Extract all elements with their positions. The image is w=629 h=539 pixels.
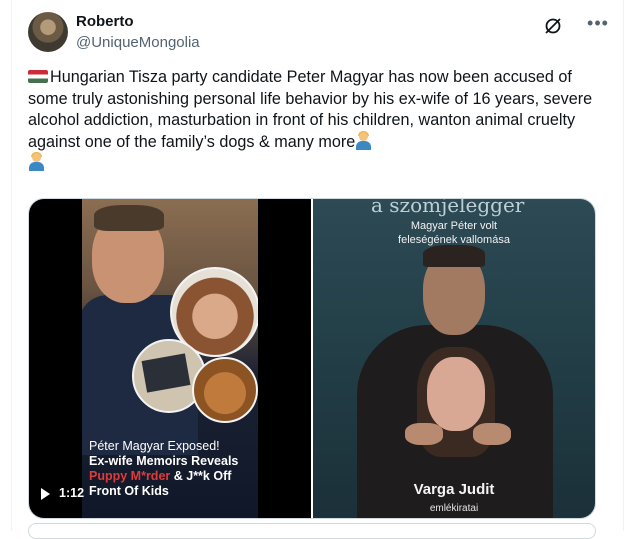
dog-portrait: [192, 357, 258, 423]
caption-red-text: Puppy M*rder: [89, 469, 171, 483]
book-title: a szomjelegger: [371, 199, 525, 217]
video-duration: 1:12: [59, 486, 85, 500]
next-card-edge: [28, 523, 596, 539]
caption-line-4: Front Of Kids: [89, 484, 169, 498]
tweet-text: Hungarian Tisza party candidate Peter Ma…: [28, 68, 593, 151]
book-subtitle: Magyar Péter volt feleségének vallomása: [313, 219, 595, 247]
caption-line-3-rest: & J**k Off: [170, 469, 232, 483]
right-divider: [623, 0, 624, 531]
book-subtitle-line-1: Magyar Péter volt: [410, 220, 498, 232]
caption-line-2: Ex-wife Memoirs Reveals: [89, 454, 239, 468]
book-author: Varga Judit: [413, 481, 495, 498]
book-cover-image[interactable]: a szomjelegger Magyar Péter volt feleség…: [313, 199, 595, 518]
grok-icon[interactable]: [543, 16, 563, 36]
person-shrugging-icon: [28, 152, 45, 171]
hungary-flag-icon: [28, 70, 48, 83]
tweet-card[interactable]: Roberto @UniqueMongolia ••• Hungarian Ti…: [0, 0, 629, 539]
media-container: Péter Magyar Exposed! Ex-wife Memoirs Re…: [28, 198, 596, 519]
video-player[interactable]: Péter Magyar Exposed! Ex-wife Memoirs Re…: [29, 199, 311, 518]
video-caption: Péter Magyar Exposed! Ex-wife Memoirs Re…: [89, 439, 259, 499]
person-shrugging-icon: [355, 130, 372, 150]
play-icon[interactable]: [41, 488, 50, 500]
tweet-body: Hungarian Tisza party candidate Peter Ma…: [28, 67, 603, 175]
book-series: emlékiratai: [429, 503, 479, 514]
user-handle[interactable]: @UniqueMongolia: [76, 34, 200, 51]
more-options-icon[interactable]: •••: [587, 14, 609, 34]
tweet-header: Roberto @UniqueMongolia •••: [28, 12, 609, 54]
caption-line-1: Péter Magyar Exposed!: [89, 439, 220, 453]
left-divider: [11, 0, 12, 531]
avatar[interactable]: [28, 12, 68, 52]
display-name[interactable]: Roberto: [76, 13, 134, 30]
caption-line-3: Puppy M*rder & J**k Off: [89, 469, 259, 484]
